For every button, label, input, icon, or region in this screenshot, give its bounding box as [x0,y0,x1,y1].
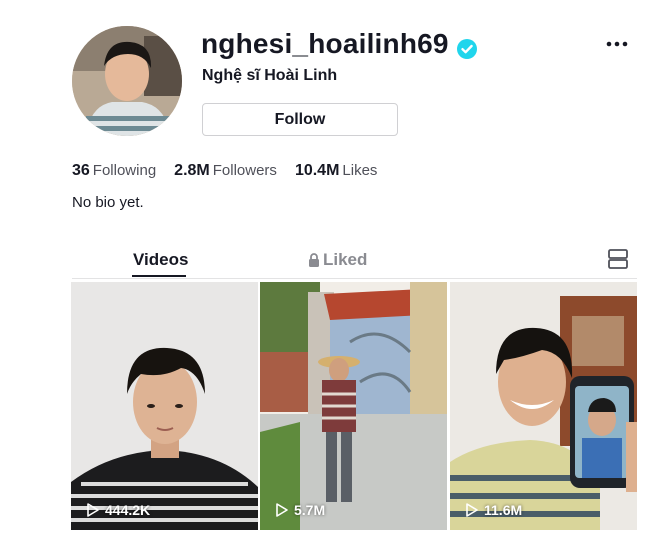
view-count: 444.2K [87,502,150,518]
following-count: 36 [72,162,90,179]
likes-stat: 10.4M Likes [295,162,378,179]
active-tab-indicator [132,275,186,277]
view-count-text: 5.7M [294,502,326,518]
display-name: Nghệ sĩ Hoài Linh [202,67,338,84]
tab-videos[interactable]: Videos [133,250,188,270]
username-text: nghesi_hoailinh69 [201,28,449,59]
likes-label: Likes [342,162,378,179]
view-count: 5.7M [276,502,325,518]
play-icon [87,503,99,517]
layout-toggle-icon[interactable] [607,248,629,270]
view-count: 11.6M [466,502,522,518]
lock-icon [309,253,319,267]
verified-badge-icon [456,34,477,59]
view-count-text: 444.2K [105,502,151,518]
tab-liked[interactable]: Liked [308,250,367,270]
avatar[interactable] [72,26,182,136]
following-label: Following [92,162,157,179]
following-stat[interactable]: 36 Following [72,162,156,179]
more-options-icon[interactable] [604,34,630,54]
profile-stats: 36 Following 2.8M Followers 10.4M Likes [72,162,377,180]
video-card[interactable]: 11.6M [450,282,637,530]
likes-count: 10.4M [294,162,340,179]
followers-stat[interactable]: 2.8M Followers [174,162,277,179]
followers-count: 2.8M [174,162,210,179]
username: nghesi_hoailinh69 [201,28,477,60]
video-thumbnail [450,282,637,530]
video-card[interactable]: 5.7M [260,282,447,530]
play-icon [466,503,478,517]
video-thumbnail [71,282,258,530]
followers-label: Followers [212,162,277,179]
avatar-image [72,26,182,136]
follow-button[interactable]: Follow [202,103,398,136]
tab-divider [72,278,637,279]
tab-liked-label: Liked [323,250,368,269]
bio: No bio yet. [72,194,144,211]
video-thumbnail [260,282,447,530]
view-count-text: 11.6M [484,502,523,518]
video-card[interactable]: 444.2K [71,282,258,530]
play-icon [276,503,288,517]
